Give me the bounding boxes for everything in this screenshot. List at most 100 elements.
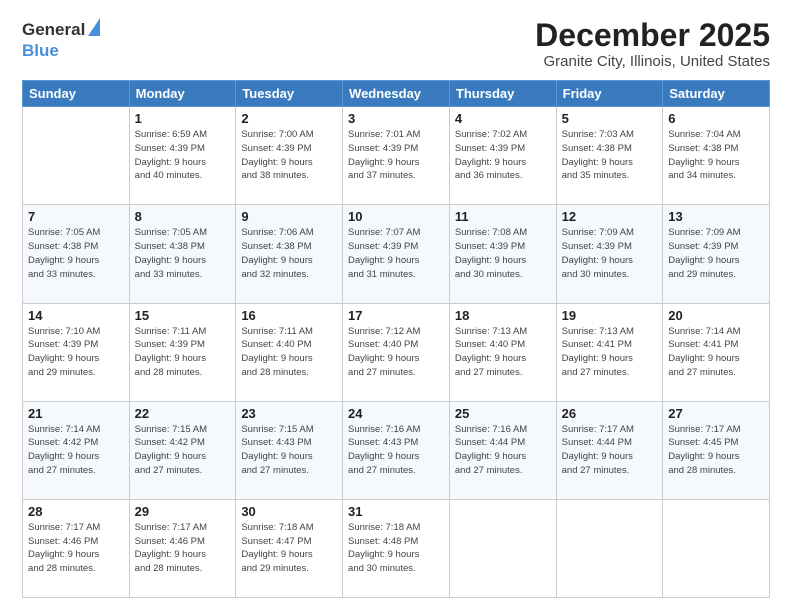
calendar-cell: 17Sunrise: 7:12 AM Sunset: 4:40 PM Dayli… xyxy=(343,303,450,401)
day-info: Sunrise: 7:17 AM Sunset: 4:44 PM Dayligh… xyxy=(562,423,658,478)
day-info: Sunrise: 7:17 AM Sunset: 4:46 PM Dayligh… xyxy=(28,521,124,576)
day-info: Sunrise: 7:14 AM Sunset: 4:42 PM Dayligh… xyxy=(28,423,124,478)
calendar-cell: 8 Sunrise: 7:05 AM Sunset: 4:38 PM Daylig… xyxy=(129,205,236,303)
week-row-3: 21 Sunrise: 7:14 AM Sunset: 4:42 PM Dayli… xyxy=(23,401,770,499)
day-number: 16 xyxy=(241,308,337,323)
day-info: Sunrise: 7:16 AM Sunset: 4:43 PM Dayligh… xyxy=(348,423,444,478)
day-info: Sunrise: 7:05 AM Sunset: 4:38 PM Dayligh… xyxy=(135,226,231,281)
calendar-cell: 11 Sunrise: 7:08 AM Sunset: 4:39 PM Dayli… xyxy=(449,205,556,303)
calendar-cell: 26 Sunrise: 7:17 AM Sunset: 4:44 PM Dayli… xyxy=(556,401,663,499)
logo-blue-text: Blue xyxy=(22,41,59,60)
calendar-cell: 21 Sunrise: 7:14 AM Sunset: 4:42 PM Dayli… xyxy=(23,401,130,499)
calendar-cell: 15 Sunrise: 7:11 AM Sunset: 4:39 PM Dayli… xyxy=(129,303,236,401)
page: General Blue December 2025 Granite City,… xyxy=(0,0,792,612)
weekday-header-row: SundayMondayTuesdayWednesdayThursdayFrid… xyxy=(23,81,770,107)
weekday-header-saturday: Saturday xyxy=(663,81,770,107)
day-number: 11 xyxy=(455,209,551,224)
calendar-cell: 1 Sunrise: 6:59 AM Sunset: 4:39 PM Daylig… xyxy=(129,107,236,205)
calendar-cell: 10 Sunrise: 7:07 AM Sunset: 4:39 PM Dayli… xyxy=(343,205,450,303)
day-info: Sunrise: 7:06 AM Sunset: 4:38 PM Dayligh… xyxy=(241,226,337,281)
day-number: 12 xyxy=(562,209,658,224)
month-title: December 2025 xyxy=(535,18,770,53)
week-row-1: 7 Sunrise: 7:05 AM Sunset: 4:38 PM Daylig… xyxy=(23,205,770,303)
day-number: 31 xyxy=(348,504,444,519)
day-number: 19 xyxy=(562,308,658,323)
calendar-cell: 16 Sunrise: 7:11 AM Sunset: 4:40 PM Dayli… xyxy=(236,303,343,401)
day-info: Sunrise: 7:11 AM Sunset: 4:39 PM Dayligh… xyxy=(135,325,231,380)
calendar-cell: 23 Sunrise: 7:15 AM Sunset: 4:43 PM Dayli… xyxy=(236,401,343,499)
week-row-0: 1 Sunrise: 6:59 AM Sunset: 4:39 PM Daylig… xyxy=(23,107,770,205)
weekday-header-monday: Monday xyxy=(129,81,236,107)
weekday-header-thursday: Thursday xyxy=(449,81,556,107)
day-info: Sunrise: 7:17 AM Sunset: 4:46 PM Dayligh… xyxy=(135,521,231,576)
calendar-cell: 6Sunrise: 7:04 AM Sunset: 4:38 PM Daylig… xyxy=(663,107,770,205)
day-info: Sunrise: 7:15 AM Sunset: 4:42 PM Dayligh… xyxy=(135,423,231,478)
day-info: Sunrise: 6:59 AM Sunset: 4:39 PM Dayligh… xyxy=(135,128,231,183)
header: General Blue December 2025 Granite City,… xyxy=(22,18,770,70)
day-number: 7 xyxy=(28,209,124,224)
calendar-cell: 14 Sunrise: 7:10 AM Sunset: 4:39 PM Dayli… xyxy=(23,303,130,401)
calendar-cell: 19 Sunrise: 7:13 AM Sunset: 4:41 PM Dayli… xyxy=(556,303,663,401)
day-info: Sunrise: 7:07 AM Sunset: 4:39 PM Dayligh… xyxy=(348,226,444,281)
day-number: 20 xyxy=(668,308,764,323)
day-number: 14 xyxy=(28,308,124,323)
location-title: Granite City, Illinois, United States xyxy=(535,53,770,70)
day-info: Sunrise: 7:11 AM Sunset: 4:40 PM Dayligh… xyxy=(241,325,337,380)
calendar-cell xyxy=(449,499,556,597)
calendar-cell: 3 Sunrise: 7:01 AM Sunset: 4:39 PM Daylig… xyxy=(343,107,450,205)
day-info: Sunrise: 7:02 AM Sunset: 4:39 PM Dayligh… xyxy=(455,128,551,183)
day-info: Sunrise: 7:13 AM Sunset: 4:40 PM Dayligh… xyxy=(455,325,551,380)
day-number: 1 xyxy=(135,111,231,126)
weekday-header-sunday: Sunday xyxy=(23,81,130,107)
calendar-cell: 9 Sunrise: 7:06 AM Sunset: 4:38 PM Daylig… xyxy=(236,205,343,303)
day-info: Sunrise: 7:03 AM Sunset: 4:38 PM Dayligh… xyxy=(562,128,658,183)
day-info: Sunrise: 7:15 AM Sunset: 4:43 PM Dayligh… xyxy=(241,423,337,478)
day-number: 10 xyxy=(348,209,444,224)
day-number: 6 xyxy=(668,111,764,126)
calendar-cell: 12 Sunrise: 7:09 AM Sunset: 4:39 PM Dayli… xyxy=(556,205,663,303)
day-info: Sunrise: 7:09 AM Sunset: 4:39 PM Dayligh… xyxy=(562,226,658,281)
calendar-cell: 22 Sunrise: 7:15 AM Sunset: 4:42 PM Dayli… xyxy=(129,401,236,499)
calendar-cell: 29 Sunrise: 7:17 AM Sunset: 4:46 PM Dayli… xyxy=(129,499,236,597)
logo-general-text: General xyxy=(22,20,85,40)
day-number: 22 xyxy=(135,406,231,421)
day-number: 15 xyxy=(135,308,231,323)
day-number: 17 xyxy=(348,308,444,323)
day-number: 8 xyxy=(135,209,231,224)
weekday-header-friday: Friday xyxy=(556,81,663,107)
day-info: Sunrise: 7:09 AM Sunset: 4:39 PM Dayligh… xyxy=(668,226,764,281)
day-number: 9 xyxy=(241,209,337,224)
title-block: December 2025 Granite City, Illinois, Un… xyxy=(535,18,770,70)
day-info: Sunrise: 7:13 AM Sunset: 4:41 PM Dayligh… xyxy=(562,325,658,380)
calendar-cell: 25Sunrise: 7:16 AM Sunset: 4:44 PM Dayli… xyxy=(449,401,556,499)
day-number: 29 xyxy=(135,504,231,519)
day-number: 4 xyxy=(455,111,551,126)
day-info: Sunrise: 7:01 AM Sunset: 4:39 PM Dayligh… xyxy=(348,128,444,183)
day-number: 5 xyxy=(562,111,658,126)
calendar-cell: 24 Sunrise: 7:16 AM Sunset: 4:43 PM Dayli… xyxy=(343,401,450,499)
day-number: 13 xyxy=(668,209,764,224)
day-number: 23 xyxy=(241,406,337,421)
day-number: 21 xyxy=(28,406,124,421)
day-info: Sunrise: 7:05 AM Sunset: 4:38 PM Dayligh… xyxy=(28,226,124,281)
calendar-cell: 28 Sunrise: 7:17 AM Sunset: 4:46 PM Dayli… xyxy=(23,499,130,597)
day-number: 28 xyxy=(28,504,124,519)
calendar-cell xyxy=(556,499,663,597)
calendar-cell: 20 Sunrise: 7:14 AM Sunset: 4:41 PM Dayli… xyxy=(663,303,770,401)
day-number: 3 xyxy=(348,111,444,126)
day-number: 18 xyxy=(455,308,551,323)
day-info: Sunrise: 7:14 AM Sunset: 4:41 PM Dayligh… xyxy=(668,325,764,380)
calendar-cell: 18 Sunrise: 7:13 AM Sunset: 4:40 PM Dayli… xyxy=(449,303,556,401)
day-info: Sunrise: 7:18 AM Sunset: 4:47 PM Dayligh… xyxy=(241,521,337,576)
day-info: Sunrise: 7:08 AM Sunset: 4:39 PM Dayligh… xyxy=(455,226,551,281)
calendar-cell: 2Sunrise: 7:00 AM Sunset: 4:39 PM Daylig… xyxy=(236,107,343,205)
day-number: 25 xyxy=(455,406,551,421)
weekday-header-tuesday: Tuesday xyxy=(236,81,343,107)
logo-triangle-icon xyxy=(88,18,100,41)
calendar-cell xyxy=(23,107,130,205)
day-number: 24 xyxy=(348,406,444,421)
day-info: Sunrise: 7:10 AM Sunset: 4:39 PM Dayligh… xyxy=(28,325,124,380)
calendar-cell: 31Sunrise: 7:18 AM Sunset: 4:48 PM Dayli… xyxy=(343,499,450,597)
day-number: 26 xyxy=(562,406,658,421)
calendar-table: SundayMondayTuesdayWednesdayThursdayFrid… xyxy=(22,80,770,598)
